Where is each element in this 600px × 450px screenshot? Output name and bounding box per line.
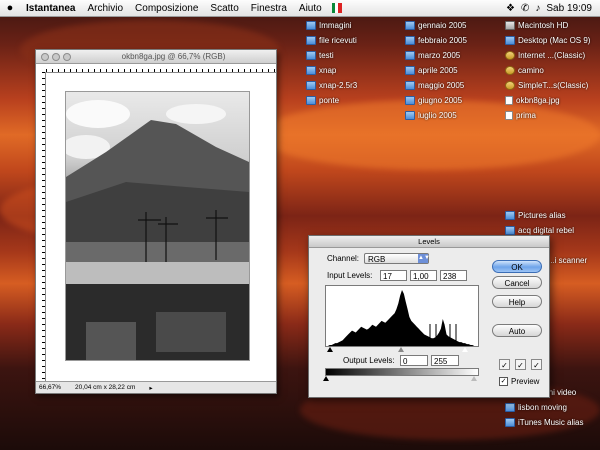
input-white-slider[interactable]: [462, 347, 468, 352]
output-black-field[interactable]: 0: [400, 355, 428, 366]
desktop-folder-icon[interactable]: xnap-2.5r3: [306, 81, 357, 90]
folder-alias-icon[interactable]: iTunes Music alias: [505, 418, 584, 427]
desktop-folder-icon[interactable]: xnap: [306, 66, 336, 75]
app-icon[interactable]: Internet ...(Classic): [505, 51, 585, 60]
desktop-folder-icon[interactable]: Immagini: [306, 21, 351, 30]
menu-app[interactable]: Istantanea: [20, 3, 81, 14]
vertical-ruler[interactable]: [36, 72, 46, 381]
desktop-folder-icon[interactable]: ponte: [306, 96, 339, 105]
bluetooth-icon[interactable]: ❖: [506, 3, 515, 14]
input-black-field[interactable]: 17: [380, 270, 407, 281]
menu-archivio[interactable]: Archivio: [81, 3, 129, 14]
channel-label: Channel:: [327, 254, 360, 263]
image-file-icon[interactable]: okbn8ga.jpg: [505, 96, 560, 105]
menu-finestra[interactable]: Finestra: [245, 3, 293, 14]
menu-aiuto[interactable]: Aiuto: [293, 3, 328, 14]
menu-scatto[interactable]: Scatto: [204, 3, 244, 14]
output-gradient: [325, 368, 479, 376]
levels-title[interactable]: Levels: [309, 236, 549, 248]
desktop-folder-icon[interactable]: Desktop (Mac OS 9): [505, 36, 590, 45]
preview-checkbox[interactable]: ✓: [499, 377, 508, 386]
zoom-icon[interactable]: [63, 52, 71, 61]
volume-icon[interactable]: ♪: [535, 3, 540, 14]
preview-label: Preview: [511, 377, 540, 386]
app-icon[interactable]: camino: [505, 66, 544, 75]
minimize-icon[interactable]: [52, 52, 60, 61]
levels-dialog: Levels Channel: RGB ▲▼ Input Levels: 17 …: [308, 235, 550, 398]
menu-composizione[interactable]: Composizione: [129, 3, 204, 14]
black-eyedropper-icon[interactable]: ✓: [499, 359, 510, 370]
app-icon[interactable]: SimpleT...s(Classic): [505, 81, 588, 90]
desktop-folder-icon[interactable]: febbraio 2005: [405, 36, 467, 45]
menu-clock[interactable]: Sab 19:09: [546, 3, 592, 14]
apple-menu-icon[interactable]: ●: [0, 2, 20, 14]
desktop-folder-icon[interactable]: acq digital rebel: [505, 226, 574, 235]
input-menu-flag-icon[interactable]: [331, 3, 342, 13]
gray-eyedropper-icon[interactable]: ✓: [515, 359, 526, 370]
white-eyedropper-icon[interactable]: ✓: [531, 359, 542, 370]
desktop-folder-icon[interactable]: ...i scanner: [548, 256, 587, 265]
input-black-slider[interactable]: [327, 347, 333, 352]
desktop-folder-icon[interactable]: luglio 2005: [405, 111, 457, 120]
close-icon[interactable]: [41, 52, 49, 61]
histogram-graph: [326, 290, 478, 346]
desktop-folder-icon[interactable]: aprile 2005: [405, 66, 458, 75]
output-white-slider[interactable]: [471, 376, 477, 381]
folder-alias-icon[interactable]: Pictures alias: [505, 211, 566, 220]
input-gamma-slider[interactable]: [398, 347, 404, 352]
menu-bar: ● Istantanea Archivio Composizione Scatt…: [0, 0, 600, 17]
document-icon[interactable]: prima: [505, 111, 536, 120]
status-menu-arrow-icon[interactable]: ▸: [149, 384, 152, 392]
phone-icon[interactable]: ✆: [521, 3, 529, 14]
image-canvas[interactable]: [46, 73, 276, 381]
output-black-slider[interactable]: [323, 376, 329, 381]
input-white-field[interactable]: 238: [440, 270, 467, 281]
chevron-down-icon: ▲▼: [418, 254, 430, 263]
image-window-titlebar[interactable]: okbn8ga.jpg @ 66,7% (RGB): [36, 50, 276, 64]
desktop-folder-icon[interactable]: testi: [306, 51, 334, 60]
auto-button[interactable]: Auto: [492, 324, 542, 337]
photo-scene: [66, 100, 249, 360]
desktop-folder-icon[interactable]: marzo 2005: [405, 51, 460, 60]
desktop-folder-icon[interactable]: lisbon moving: [505, 403, 567, 412]
input-levels-label: Input Levels:: [327, 271, 373, 280]
channel-select[interactable]: RGB ▲▼: [364, 253, 430, 264]
desktop-folder-icon[interactable]: maggio 2005: [405, 81, 464, 90]
cancel-button[interactable]: Cancel: [492, 276, 542, 289]
desktop-folder-icon[interactable]: gennaio 2005: [405, 21, 467, 30]
histogram-area: [326, 290, 478, 346]
image-statusbar: 66,67% 20,04 cm x 28,22 cm ▸: [36, 381, 276, 393]
photo: [65, 91, 250, 361]
desktop-folder-icon[interactable]: file ricevuti: [306, 36, 357, 45]
histogram: [325, 285, 479, 347]
output-levels-label: Output Levels:: [343, 356, 395, 365]
horizontal-ruler[interactable]: [46, 64, 276, 73]
channel-value: RGB: [368, 255, 386, 264]
zoom-level[interactable]: 66,67%: [39, 384, 61, 391]
document-size: 20,04 cm x 28,22 cm: [75, 384, 136, 391]
image-window-title: okbn8ga.jpg @ 66,7% (RGB): [121, 52, 226, 61]
ok-button[interactable]: OK: [492, 260, 542, 273]
image-window: okbn8ga.jpg @ 66,7% (RGB) 66,67% 20,04 c…: [35, 49, 277, 394]
hard-disk-icon[interactable]: Macintosh HD: [505, 21, 568, 30]
desktop-folder-icon[interactable]: giugno 2005: [405, 96, 462, 105]
output-white-field[interactable]: 255: [431, 355, 459, 366]
help-button[interactable]: Help: [492, 295, 542, 308]
input-gamma-field[interactable]: 1,00: [410, 270, 437, 281]
